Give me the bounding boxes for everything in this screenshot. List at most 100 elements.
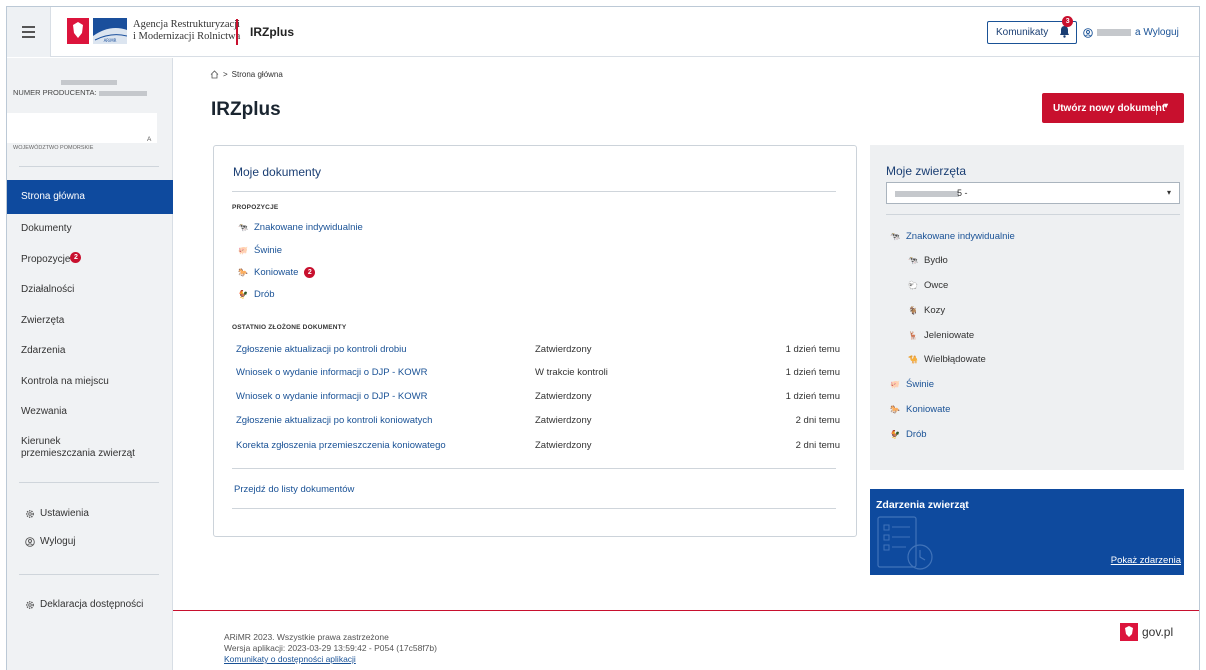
animals-horses[interactable]: 🐎 Koniowate	[890, 404, 950, 415]
notifications-button[interactable]: Komunikaty 3	[987, 16, 1078, 44]
cattle-icon: 🐄	[908, 256, 918, 265]
proposal-label: Świnie	[254, 245, 282, 256]
logout-link[interactable]: Wyloguj	[25, 536, 75, 547]
sidebar-item-documents[interactable]: Dokumenty	[7, 214, 173, 245]
agency-name: Agencja Restrukturyzacji i Modernizacji …	[133, 19, 240, 43]
new-document-button[interactable]: Utwórz nowy dokument ▾	[1042, 93, 1184, 123]
proposal-label: Drób	[254, 289, 275, 300]
group-label: Znakowane indywidualnie	[906, 231, 1015, 242]
horse-icon: 🐎	[890, 405, 900, 414]
app-name: IRZplus	[250, 25, 294, 39]
sidebar-divider	[19, 574, 159, 575]
document-row: Korekta zgłoszenia przemieszczenia konio…	[236, 440, 840, 458]
animal-label: Koniowate	[906, 404, 951, 415]
user-logout-link[interactable]: a Wyloguj	[1083, 27, 1179, 38]
logout-label: Wyloguj	[40, 536, 76, 547]
card-title: Zdarzenia zwierząt	[876, 499, 969, 511]
document-link[interactable]: Zgłoszenie aktualizacji po kontroli drob…	[236, 344, 407, 355]
sidebar-item-proposals[interactable]: Propozycje 2	[7, 245, 173, 276]
proposal-pigs[interactable]: 🐖 Świnie	[238, 245, 282, 256]
svg-text:ARiMR: ARiMR	[104, 38, 117, 43]
page-title: IRZplus	[211, 99, 281, 120]
sidebar-divider	[19, 166, 159, 167]
select-value: 5 -	[957, 188, 968, 198]
all-documents-link[interactable]: Przejdź do listy dokumentów	[234, 484, 354, 495]
animal-events-card: Zdarzenia zwierząt Pokaż zdarzenia	[870, 489, 1184, 575]
chevron-down-icon: ▾	[1166, 188, 1171, 197]
sidebar-item-animals[interactable]: Zwierzęta	[7, 306, 173, 337]
pig-icon: 🐖	[890, 380, 900, 389]
show-events-link[interactable]: Pokaż zdarzenia	[1111, 555, 1181, 566]
horse-icon: 🐎	[238, 268, 248, 277]
new-document-label: Utwórz nowy dokument	[1053, 102, 1166, 114]
sidebar-item-activities[interactable]: Działalności	[7, 275, 173, 306]
arimr-logo: ARiMR	[67, 18, 127, 44]
sidebar-divider	[19, 482, 159, 483]
producer-info: NUMER PRODUCENTA:	[13, 76, 163, 98]
herd-select[interactable]: 5 - ▾	[886, 182, 1180, 204]
settings-label: Ustawienia	[40, 508, 89, 519]
sidebar-item-events[interactable]: Zdarzenia	[7, 336, 173, 367]
redacted-herd	[895, 190, 959, 197]
divider	[232, 468, 836, 469]
proposal-badge: 2	[304, 267, 316, 278]
accessibility-info-link[interactable]: Komunikaty o dostępności aplikacji	[224, 654, 356, 664]
gov-pl-logo[interactable]: gov.pl	[1120, 623, 1173, 641]
nav-label: Kontrola na miejscu	[21, 375, 109, 387]
nav-label: Dokumenty	[21, 223, 72, 234]
document-row: Wniosek o wydanie informacji o DJP - KOW…	[236, 367, 840, 385]
proposal-cattle[interactable]: 🐄 Znakowane indywidualnie	[238, 222, 363, 233]
document-status: Zatwierdzony	[535, 415, 592, 426]
home-icon[interactable]	[210, 70, 219, 79]
document-link[interactable]: Wniosek o wydanie informacji o DJP - KOW…	[236, 391, 427, 402]
app-window: ARiMR Agencja Restrukturyzacji i Moderni…	[6, 6, 1200, 670]
copyright: ARiMR 2023. Wszystkie prawa zastrzeżone	[224, 632, 389, 642]
document-date: 2 dni temu	[795, 440, 840, 451]
breadcrumb: > Strona główna	[210, 70, 283, 79]
proposal-horses[interactable]: 🐎 Koniowate 2	[238, 267, 316, 278]
document-link[interactable]: Korekta zgłoszenia przemieszczenia konio…	[236, 440, 446, 451]
cattle-icon: 🐄	[890, 232, 900, 241]
animals-sub-deer: 🦌 Jeleniowate	[908, 330, 974, 341]
accessibility-declaration-link[interactable]: Deklaracja dostępności	[25, 599, 143, 610]
document-link[interactable]: Wniosek o wydanie informacji o DJP - KOW…	[236, 367, 427, 378]
chevron-down-icon[interactable]: ▾	[1164, 101, 1168, 110]
sidebar-item-home[interactable]: Strona główna	[7, 180, 173, 214]
sidebar-nav: Strona główna Dokumenty Propozycje 2 Dzia…	[7, 180, 173, 466]
redacted-producer-number	[98, 90, 147, 96]
menu-icon[interactable]	[7, 7, 51, 57]
proposal-poultry[interactable]: 🐓 Drób	[238, 289, 275, 300]
document-clock-icon	[877, 516, 933, 570]
settings-link[interactable]: Ustawienia	[25, 508, 89, 519]
sidebar-item-movement-direction[interactable]: Kierunek przemieszczania zwierząt	[7, 428, 137, 466]
sidebar-item-summons[interactable]: Wezwania	[7, 397, 173, 428]
document-row: Zgłoszenie aktualizacji po kontroli koni…	[236, 415, 840, 433]
cattle-icon: 🐄	[238, 223, 248, 232]
animals-individually-marked[interactable]: 🐄 Znakowane indywidualnie	[890, 231, 1015, 242]
document-link[interactable]: Zgłoszenie aktualizacji po kontroli koni…	[236, 415, 432, 426]
sidebar-item-inspection[interactable]: Kontrola na miejscu	[7, 367, 173, 398]
animals-pigs[interactable]: 🐖 Świnie	[890, 379, 934, 390]
sub-label: Bydło	[924, 255, 948, 266]
sidebar: NUMER PRODUCENTA: A WOJEWÓDZTWO POMORSKI…	[7, 58, 173, 670]
document-row: Wniosek o wydanie informacji o DJP - KOW…	[236, 391, 840, 409]
animals-poultry[interactable]: 🐓 Drób	[890, 429, 927, 440]
sub-label: Kozy	[924, 305, 946, 316]
divider	[232, 508, 836, 509]
address-fragment: A	[147, 136, 152, 143]
sub-label: Wielbłądowate	[924, 354, 986, 365]
proposal-label: Koniowate	[254, 267, 299, 278]
logout-label: a Wyloguj	[1135, 27, 1179, 38]
agency-line1: Agencja Restrukturyzacji	[133, 19, 240, 30]
poultry-icon: 🐓	[238, 290, 248, 299]
gear-icon	[26, 509, 34, 518]
poultry-icon: 🐓	[890, 430, 900, 439]
goat-icon: 🐐	[908, 306, 918, 315]
proposals-badge: 2	[70, 251, 82, 263]
button-separator	[1156, 101, 1157, 115]
top-bar: ARiMR Agencja Restrukturyzacji i Moderni…	[7, 7, 1199, 57]
poland-emblem-icon	[1120, 623, 1138, 641]
bell-icon	[1060, 26, 1070, 38]
document-date: 2 dni temu	[795, 415, 840, 426]
agency-line2: i Modernizacji Rolnictwa	[133, 31, 241, 42]
